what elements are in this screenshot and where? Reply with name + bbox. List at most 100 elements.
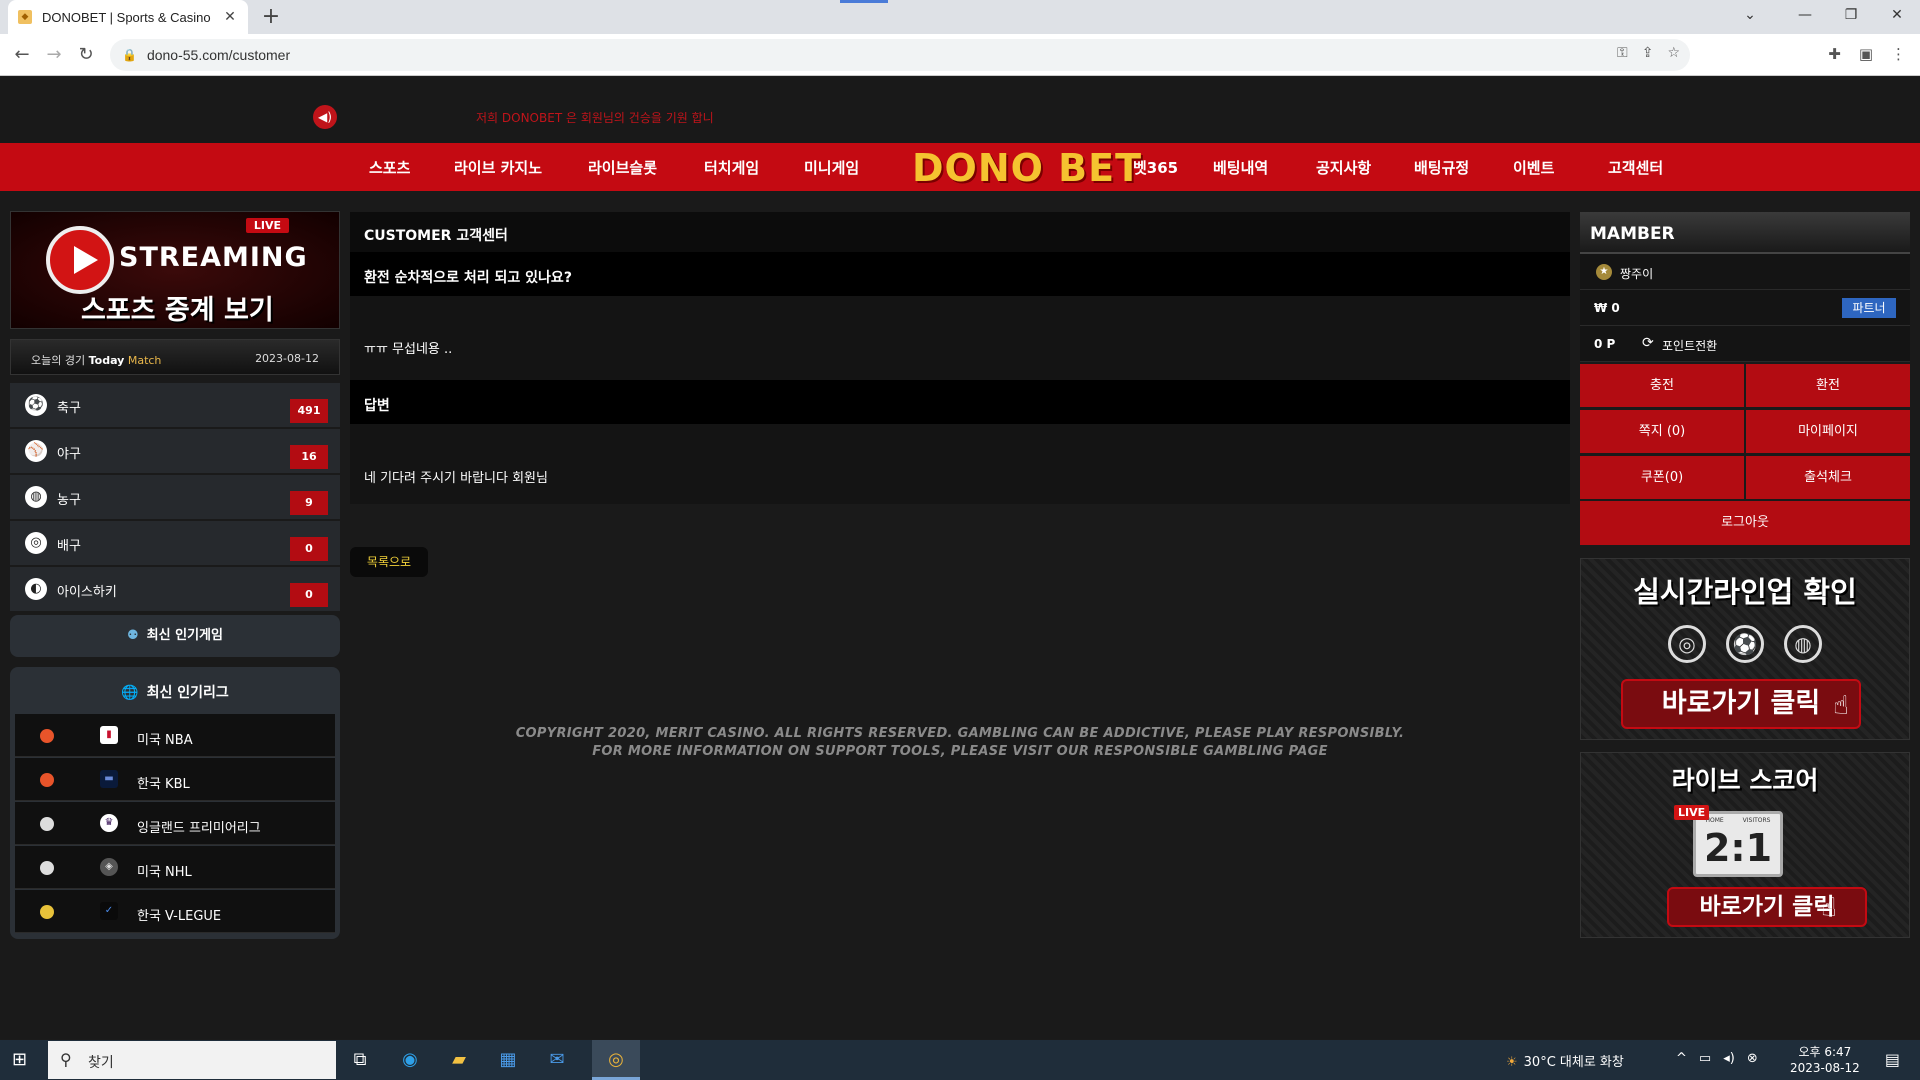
site-logo[interactable]: DONO BET [912,146,1142,190]
my-page-button[interactable]: 마이페이지 [1746,410,1910,453]
edge-browser-icon[interactable]: ◉ [396,1046,424,1074]
chrome-icon: ◎ [608,1049,624,1070]
close-window-icon[interactable]: ✕ [1874,0,1920,34]
today-match-label: 오늘의 경기 Today Match [31,354,162,367]
sport-item-baseball[interactable]: ⚾ 야구 16 [10,429,340,473]
live-score-banner[interactable]: 라이브 스코어 HOME VISITORS 2:1 LIVE 바로가기 클릭 ☝ [1580,752,1910,938]
sport-item-ice-hockey[interactable]: ◐ 아이스하키 0 [10,567,340,611]
back-to-list-button[interactable]: 목록으로 [350,547,428,577]
mail-icon[interactable]: ✉ [543,1046,571,1074]
tab-search-icon[interactable]: ⌄ [1730,0,1770,34]
language-icon[interactable]: ⊗ [1747,1051,1758,1066]
weather-widget[interactable]: ☀ 30°C 대체로 화창 [1506,1051,1624,1070]
hockey-icon: ◐ [25,578,47,600]
page-viewport: ◀) 저희 DONOBET 은 회원님의 건승을 기원 합니 스포츠 라이브 카… [0,77,1920,1039]
url-text[interactable]: dono-55.com/customer [147,47,290,63]
nav-item-bet-rules[interactable]: 배팅규정 [1414,157,1469,178]
nav-item-live-slot[interactable]: 라이브슬롯 [588,157,657,178]
lock-icon[interactable]: 🔒 [122,48,137,62]
taskbar-clock[interactable]: 오후 6:47 2023-08-12 [1790,1044,1860,1076]
withdraw-button[interactable]: 환전 [1746,364,1910,407]
sport-count-badge: 16 [290,445,328,469]
member-panel-header: MAMBER [1580,212,1910,254]
file-explorer-icon[interactable]: ▰ [445,1046,473,1074]
league-item-nba[interactable]: ▮ 미국 NBA [15,714,335,757]
side-panel-icon[interactable]: ▣ [1859,45,1873,63]
reload-icon[interactable]: ↻ [74,43,98,67]
speaker-icon[interactable]: ◀) [313,105,337,129]
soccer-ball-icon [40,817,54,831]
popular-games-button[interactable]: ⚉ 최신 인기게임 [10,615,340,657]
live-score-title: 라이브 스코어 [1671,766,1819,795]
lineup-banner-title: 실시간라인업 확인 [1633,575,1857,609]
v-league-logo-icon: ✓ [100,902,118,920]
task-view-icon[interactable]: ⧉ [346,1046,374,1074]
minimize-icon[interactable]: — [1782,0,1828,34]
league-name: 한국 V-LEGUE [137,909,222,924]
browser-tab[interactable]: ◆ DONOBET | Sports & Casino ✕ [8,0,248,34]
points-value: 0 P [1594,337,1616,351]
forward-arrow-icon[interactable]: → [42,43,66,67]
league-name: 미국 NBA [137,733,193,748]
site-favicon-icon: ◆ [18,10,32,24]
league-item-v-league[interactable]: ✓ 한국 V-LEGUE [15,890,335,933]
live-score-go-button[interactable]: 바로가기 클릭 [1667,887,1867,927]
bookmark-star-icon[interactable]: ☆ [1667,45,1680,61]
windows-start-icon[interactable]: ⊞ [12,1050,32,1070]
point-convert-link[interactable]: 포인트전환 [1662,337,1717,354]
partner-button[interactable]: 파트너 [1842,298,1896,318]
chrome-taskbar-active[interactable]: ◎ [592,1040,640,1080]
kbl-logo-icon: ▬ [100,770,118,788]
nav-item-events[interactable]: 이벤트 [1513,157,1554,178]
refresh-icon[interactable]: ⟳ [1642,335,1654,351]
attendance-button[interactable]: 출석체크 [1746,456,1910,499]
lineup-banner[interactable]: 실시간라인업 확인 ◎ ⚽ ◍ 바로가기 클릭 ☝ [1580,558,1910,740]
league-item-kbl[interactable]: ▬ 한국 KBL [15,758,335,801]
tray-chevron-icon[interactable]: ^ [1676,1051,1687,1066]
sport-item-basketball[interactable]: ◍ 농구 9 [10,475,340,519]
lineup-go-button[interactable]: 바로가기 클릭 [1621,679,1861,729]
address-bar[interactable]: 🔒 dono-55.com/customer ⚿ ⇪ ☆ [110,39,1690,71]
answer-body: 네 기다려 주시기 바랍니다 회원님 [350,424,1570,504]
restore-icon[interactable]: ❐ [1828,0,1874,34]
store-icon[interactable]: ▦ [494,1046,522,1074]
coupon-button[interactable]: 쿠폰(0) [1580,456,1744,499]
taskbar-search[interactable]: ⚲ 찾기 [48,1041,336,1079]
hand-cursor-icon: ☝ [1821,893,1837,923]
extensions-puzzle-icon[interactable]: ✚ [1828,45,1841,63]
browser-menu-icon[interactable]: ⋮ [1891,45,1906,63]
username: 짱주이 [1620,267,1654,281]
volleyball-icon: ◎ [25,532,47,554]
share-icon[interactable]: ⇪ [1642,45,1654,61]
basketball-icon: ◍ [1784,625,1822,663]
live-score-badge: LIVE [1674,805,1710,820]
new-tab-button[interactable]: + [258,4,284,30]
question-title: 환전 순차적으로 처리 되고 있나요? [364,270,572,286]
sport-name: 농구 [57,493,81,508]
league-item-premier-league[interactable]: ♛ 잉글랜드 프리미어리그 [15,802,335,845]
tab-close-icon[interactable]: ✕ [222,9,238,25]
nav-item-sports[interactable]: 스포츠 [369,157,410,178]
league-item-nhl[interactable]: ◈ 미국 NHL [15,846,335,889]
nav-item-bet-history[interactable]: 베팅내역 [1213,157,1268,178]
notification-icon[interactable]: ▤ [1885,1050,1900,1069]
nav-item-bet365[interactable]: 벳365 [1133,157,1178,178]
streaming-banner[interactable]: LIVE STREAMING 스포츠 중계 보기 [10,211,340,329]
network-icon[interactable]: ▭ [1699,1051,1711,1066]
nav-item-notice[interactable]: 공지사항 [1316,157,1371,178]
basketball-icon [40,773,54,787]
nav-item-customer-center[interactable]: 고객센터 [1608,157,1663,178]
nav-item-touch-game[interactable]: 터치게임 [704,157,759,178]
back-arrow-icon[interactable]: ← [10,43,34,67]
sport-item-volleyball[interactable]: ◎ 배구 0 [10,521,340,565]
volume-icon[interactable]: ◂) [1723,1051,1735,1066]
key-icon[interactable]: ⚿ [1617,45,1628,61]
sport-item-soccer[interactable]: ⚽ 축구 491 [10,383,340,427]
deposit-button[interactable]: 충전 [1580,364,1744,407]
volleyball-icon [40,905,54,919]
logout-button[interactable]: 로그아웃 [1580,501,1910,545]
messages-button[interactable]: 쪽지 (0) [1580,410,1744,453]
nav-item-live-casino[interactable]: 라이브 카지노 [454,157,542,178]
nav-item-mini-game[interactable]: 미니게임 [804,157,859,178]
member-user-row: ★ 짱주이 [1580,254,1910,290]
